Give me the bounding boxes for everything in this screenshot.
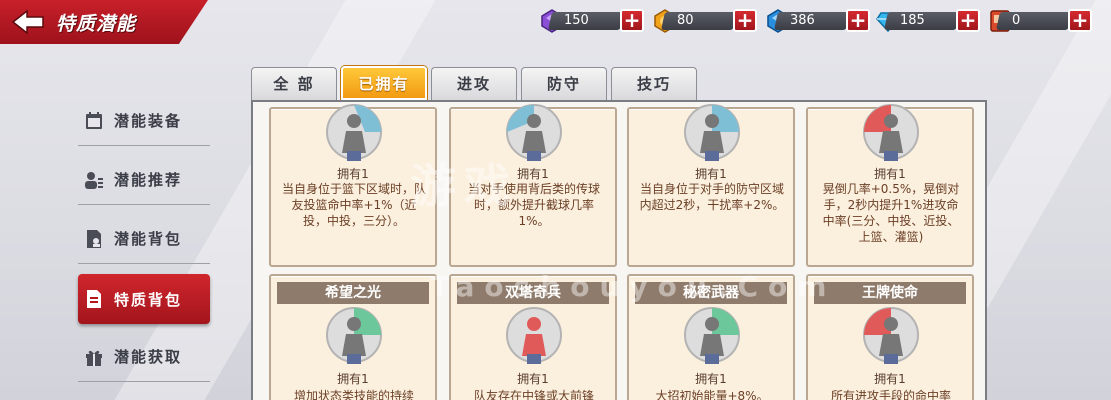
- calendar-icon: [86, 111, 102, 129]
- trait-name: 双塔奇兵: [457, 282, 609, 304]
- owned-count: 拥有1: [517, 372, 549, 386]
- sidebar-item-label: 特质背包: [114, 290, 183, 309]
- owned-count: 拥有1: [337, 167, 369, 181]
- diamond-count: 185: [900, 13, 925, 28]
- document-person-icon: [87, 229, 101, 248]
- sidebar-item-trait-bag[interactable]: 特质背包: [78, 274, 210, 324]
- trait-card[interactable]: 拥有1 当自身位于对手的防守区域内超过2秒，干扰率+2%。: [627, 104, 795, 267]
- trait-card[interactable]: 王牌使命 拥有1 所有进攻手段的命中率: [806, 274, 974, 400]
- owned-count: 拥有1: [695, 372, 727, 386]
- owned-count: 拥有1: [517, 167, 549, 181]
- player-avatar-icon: [506, 307, 562, 364]
- trait-grid-panel: 拥有1 当自身位于篮下区域时，队友投篮命中率+1%（近投，中投，三分）。 拥有1…: [251, 100, 987, 400]
- trait-card[interactable]: 双塔奇兵 拥有1 队友存在中锋或大前锋: [449, 274, 617, 400]
- trait-description: 增加状态类技能的持续: [293, 389, 414, 400]
- trait-card[interactable]: 拥有1 晃倒几率+0.5%，晃倒对手，2秒内提升1%进攻命中率(三分、中投、近投…: [806, 104, 974, 267]
- trait-description: 当对手使用背后类的传球时，额外提升截球几率1%。: [467, 182, 600, 228]
- ticket-card-count: 0: [1012, 13, 1021, 28]
- tab-owned[interactable]: 已拥有: [341, 66, 427, 100]
- owned-count: 拥有1: [695, 167, 727, 181]
- owned-count: 拥有1: [337, 372, 369, 386]
- add-ticket-card-button[interactable]: +: [1068, 9, 1092, 32]
- owned-count: 拥有1: [874, 167, 906, 181]
- currency-purple-gem: 150 +: [540, 9, 645, 33]
- trait-description: 大招初始能量+8%。: [655, 389, 769, 400]
- tab-skill[interactable]: 技巧: [611, 67, 697, 100]
- header-banner: 特质潜能: [0, 0, 208, 44]
- trait-card[interactable]: 拥有1 当自身位于篮下区域时，队友投篮命中率+1%（近投，中投，三分）。: [269, 104, 437, 267]
- trait-description: 队友存在中锋或大前锋: [473, 389, 594, 400]
- currency-diamond: 185 +: [876, 9, 981, 33]
- tab-defense[interactable]: 防守: [521, 67, 607, 100]
- trait-description: 当自身位于对手的防守区域内超过2秒，干扰率+2%。: [639, 182, 785, 212]
- currency-blue-crystal: 386 +: [766, 9, 871, 33]
- trait-card[interactable]: 希望之光 拥有1 增加状态类技能的持续: [269, 274, 437, 400]
- add-purple-gem-button[interactable]: +: [620, 9, 644, 32]
- currency-ticket-card: 0 +: [988, 9, 1093, 32]
- sidebar-item-potential-obtain[interactable]: 潜能获取: [78, 332, 210, 382]
- owned-count: 拥有1: [874, 372, 906, 386]
- player-avatar-icon: [684, 104, 740, 161]
- sidebar-item-potential-bag[interactable]: 潜能背包: [78, 214, 210, 264]
- sidebar-item-potential-recommend[interactable]: 潜能推荐: [78, 155, 210, 205]
- purple-gem-count: 150: [564, 13, 589, 28]
- trait-card[interactable]: 秘密武器 拥有1 大招初始能量+8%。: [627, 274, 795, 400]
- currency-gold-coin: 80 +: [653, 9, 758, 33]
- back-arrow-icon: [11, 9, 44, 35]
- trait-description: 晃倒几率+0.5%，晃倒对手，2秒内提升1%进攻命中率(三分、中投、近投、上篮、…: [822, 182, 960, 244]
- sidebar-item-label: 潜能装备: [114, 112, 183, 130]
- tab-offense[interactable]: 进攻: [431, 67, 517, 100]
- add-diamond-button[interactable]: +: [956, 9, 980, 32]
- sidebar-item-label: 潜能获取: [114, 348, 183, 366]
- gift-icon: [86, 350, 102, 366]
- player-avatar-icon: [326, 104, 382, 161]
- trait-description: 当自身位于篮下区域时，队友投篮命中率+1%（近投，中投，三分）。: [281, 182, 426, 228]
- gold-coin-count: 80: [677, 13, 694, 28]
- trait-description: 所有进攻手段的命中率: [830, 389, 951, 400]
- player-avatar-icon: [684, 307, 740, 364]
- player-avatar-icon: [326, 307, 382, 364]
- add-blue-crystal-button[interactable]: +: [846, 9, 870, 32]
- document-icon: [87, 290, 101, 308]
- trait-card[interactable]: 拥有1 当对手使用背后类的传球时，额外提升截球几率1%。: [449, 104, 617, 267]
- back-button[interactable]: [0, 0, 56, 44]
- sidebar-item-label: 潜能背包: [114, 230, 183, 248]
- person-list-icon: [85, 171, 103, 189]
- player-avatar-icon: [506, 104, 562, 161]
- sidebar-item-potential-equip[interactable]: 潜能装备: [78, 96, 210, 146]
- add-gold-coin-button[interactable]: +: [733, 9, 757, 32]
- player-avatar-icon: [863, 104, 919, 161]
- player-avatar-icon: [863, 307, 919, 364]
- sidebar-item-label: 潜能推荐: [114, 171, 183, 189]
- trait-name: 希望之光: [277, 282, 429, 304]
- trait-name: 王牌使命: [814, 282, 966, 304]
- tab-all[interactable]: 全 部: [251, 67, 337, 100]
- page-title: 特质潜能: [56, 12, 137, 35]
- trait-name: 秘密武器: [635, 282, 787, 304]
- blue-crystal-count: 386: [790, 13, 815, 28]
